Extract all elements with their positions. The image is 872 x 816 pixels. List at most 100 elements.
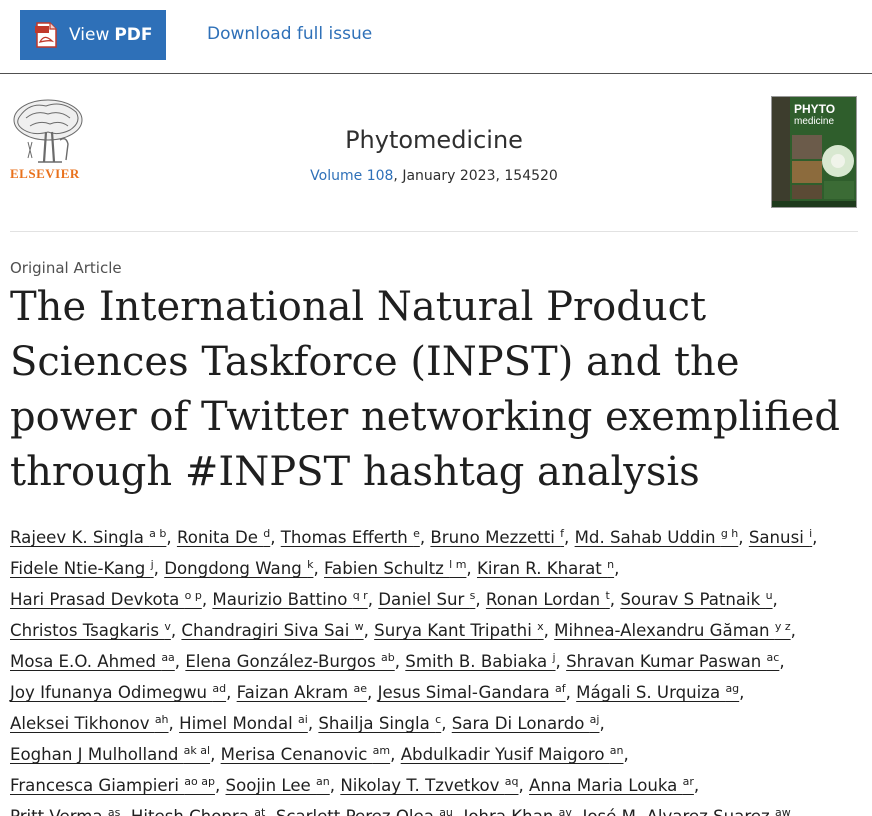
author-affiliation-sup: ar [682, 775, 694, 788]
author-link[interactable]: Fidele Ntie-Kang j [10, 559, 154, 578]
author-link[interactable]: Scarlett Perez Olea au [276, 807, 453, 816]
author-link[interactable]: Md. Sahab Uddin g h [575, 528, 739, 547]
author-link[interactable]: Eoghan J Mulholland ak al [10, 745, 210, 764]
author-name: Pritt Verma [10, 807, 108, 816]
author-separator: , [120, 807, 131, 816]
author-separator: , [739, 683, 745, 702]
view-label: View [69, 25, 110, 45]
author-link[interactable]: Mosa E.O. Ahmed aa [10, 652, 175, 671]
author-name: Fabien Schultz [324, 559, 450, 578]
author-link[interactable]: Mágali S. Urquiza ag [576, 683, 739, 702]
journal-title-link[interactable]: Phytomedicine [10, 126, 858, 154]
author-affiliation-sup: af [554, 682, 566, 695]
author-affiliation-sup: ag [725, 682, 740, 695]
author-affiliation-sup: w [354, 620, 364, 633]
author-name: Surya Kant Tripathi [374, 621, 538, 640]
author-name: Eoghan J Mulholland [10, 745, 184, 764]
author-link[interactable]: Soojin Lee an [226, 776, 330, 795]
author-affiliation-sup: q r [352, 589, 368, 602]
author-name: Shravan Kumar Paswan [566, 652, 767, 671]
author-separator: , [518, 776, 530, 795]
author-affiliation-sup: ab [381, 651, 395, 664]
author-link[interactable]: Maurizio Battino q r [212, 590, 367, 609]
author-link[interactable]: Bruno Mezzetti f [430, 528, 564, 547]
author-link[interactable]: Aleksei Tikhonov ah [10, 714, 169, 733]
author-name: Abdulkadir Yusif Maigoro [400, 745, 610, 764]
author-name: Himel Mondal [179, 714, 299, 733]
author-name: Anna Maria Louka [529, 776, 683, 795]
author-link[interactable]: Joy Ifunanya Odimegwu ad [10, 683, 226, 702]
author-affiliation-sup: aq [504, 775, 519, 788]
author-name: Kiran R. Kharat [476, 559, 608, 578]
author-link[interactable]: Merisa Cenanovic am [221, 745, 391, 764]
author-separator: , [307, 714, 319, 733]
author-link[interactable]: Francesca Giampieri ao ap [10, 776, 215, 795]
author-separator: , [466, 559, 477, 578]
author-name: Merisa Cenanovic [220, 745, 373, 764]
author-link[interactable]: Daniel Sur s [378, 590, 475, 609]
author-name: Mágali S. Urquiza [576, 683, 726, 702]
toolbar: View PDF Download full issue [0, 0, 872, 74]
author-name: Chandragiri Siva Sai [181, 621, 355, 640]
author-link[interactable]: Fabien Schultz l m [324, 559, 466, 578]
author-affiliation-sup: au [439, 806, 453, 816]
author-link[interactable]: Thomas Efferth e [281, 528, 420, 547]
author-affiliation-sup: an [609, 744, 624, 757]
author-affiliation-sup: a b [149, 527, 167, 540]
author-link[interactable]: Dongdong Wang k [164, 559, 313, 578]
author-link[interactable]: Sourav S Patnaik u [620, 590, 772, 609]
author-line: Hari Prasad Devkota o p, Maurizio Battin… [10, 584, 872, 615]
author-link[interactable]: Sara Di Lonardo aj [452, 714, 600, 733]
author-affiliation-sup: ao ap [184, 775, 215, 788]
author-link[interactable]: Elena González-Burgos ab [185, 652, 394, 671]
author-link[interactable]: Surya Kant Tripathi x [374, 621, 543, 640]
view-pdf-button[interactable]: View PDF [20, 10, 166, 60]
author-separator: , [779, 652, 785, 671]
author-name: Nikolay T. Tzvetkov [340, 776, 505, 795]
author-affiliation-sup: aa [161, 651, 175, 664]
author-affiliation-sup: g h [720, 527, 739, 540]
author-link[interactable]: Kiran R. Kharat n [477, 559, 614, 578]
author-link[interactable]: Mihnea-Alexandru Găman y z [554, 621, 790, 640]
author-link[interactable]: Shravan Kumar Paswan ac [566, 652, 779, 671]
article-type: Original Article [10, 259, 122, 277]
author-name: Dongdong Wang [164, 559, 308, 578]
author-link[interactable]: Smith B. Babiaka j [405, 652, 555, 671]
author-link[interactable]: José M. Alvarez Suarez aw [582, 807, 790, 816]
author-separator: , [201, 590, 213, 609]
download-full-issue-link[interactable]: Download full issue [207, 24, 372, 44]
author-separator: , [791, 807, 796, 816]
author-name: Mosa E.O. Ahmed [10, 652, 162, 671]
author-link[interactable]: Abdulkadir Yusif Maigoro an [401, 745, 624, 764]
author-name: Soojin Lee [225, 776, 317, 795]
author-separator: , [693, 776, 700, 795]
author-link[interactable]: Anna Maria Louka ar [529, 776, 694, 795]
article-title: The International Natural Product Scienc… [10, 284, 841, 495]
author-link[interactable]: Pritt Verma as [10, 807, 120, 816]
author-link[interactable]: Chandragiri Siva Sai w [181, 621, 363, 640]
author-link[interactable]: Nikolay T. Tzvetkov aq [340, 776, 518, 795]
pdf-label: PDF [114, 25, 153, 45]
volume-link[interactable]: Volume 108 [310, 168, 393, 184]
author-separator: , [174, 652, 186, 671]
journal-cover-image[interactable]: PHYTO medicine [771, 96, 857, 208]
author-name: Jesus Simal-Gandara [377, 683, 555, 702]
author-link[interactable]: Faizan Akram ae [237, 683, 367, 702]
author-link[interactable]: Hitesh Chopra at [131, 807, 265, 816]
author-separator: , [313, 559, 324, 578]
author-link[interactable]: Christos Tsagkaris v [10, 621, 171, 640]
author-link[interactable]: Hari Prasad Devkota o p [10, 590, 202, 609]
author-link[interactable]: Ronan Lordan t [486, 590, 610, 609]
author-separator: , [166, 528, 177, 547]
author-link[interactable]: Jesus Simal-Gandara af [378, 683, 566, 702]
author-link[interactable]: Rajeev K. Singla a b [10, 528, 166, 547]
author-link[interactable]: Shailja Singla c [318, 714, 441, 733]
author-separator: , [394, 652, 406, 671]
author-line: Mosa E.O. Ahmed aa, Elena González-Burgo… [10, 646, 872, 677]
author-link[interactable]: Ronita De d [177, 528, 270, 547]
author-link[interactable]: Johra Khan av [463, 807, 571, 816]
author-name: Sara Di Lonardo [451, 714, 590, 733]
author-link[interactable]: Himel Mondal ai [179, 714, 308, 733]
author-link[interactable]: Sanusi i [749, 528, 812, 547]
author-separator: , [543, 621, 555, 640]
